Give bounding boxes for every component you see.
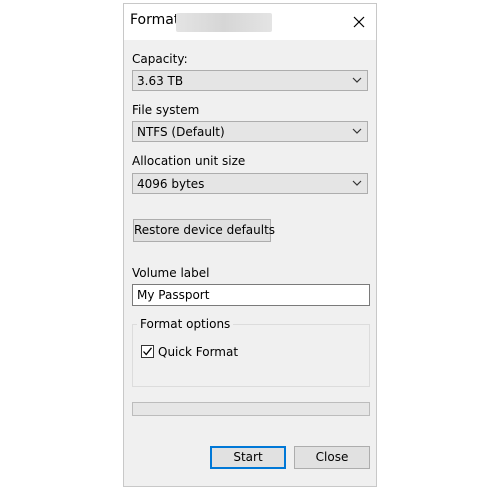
format-dialog: Format Capacity: 3.63 TB File system NTF… xyxy=(123,3,377,487)
file-system-value: NTFS (Default) xyxy=(137,125,225,139)
chevron-down-icon xyxy=(352,180,362,186)
file-system-select[interactable]: NTFS (Default) xyxy=(132,121,368,142)
format-progress-bar xyxy=(132,402,370,416)
allocation-unit-label: Allocation unit size xyxy=(132,154,246,168)
title-bar: Format xyxy=(124,4,376,40)
capacity-select[interactable]: 3.63 TB xyxy=(132,70,368,91)
chevron-down-icon xyxy=(352,77,362,83)
volume-label-input[interactable]: My Passport xyxy=(132,284,370,306)
capacity-value: 3.63 TB xyxy=(137,74,184,88)
format-options-group: Format options Quick Format xyxy=(132,317,370,387)
allocation-unit-select[interactable]: 4096 bytes xyxy=(132,173,368,194)
chevron-down-icon xyxy=(352,128,362,134)
close-icon xyxy=(353,16,365,28)
capacity-label: Capacity: xyxy=(132,52,188,66)
close-button[interactable]: Close xyxy=(294,446,370,469)
format-options-legend: Format options xyxy=(137,317,234,331)
restore-device-defaults-button[interactable]: Restore device defaults xyxy=(133,219,275,242)
close-window-button[interactable] xyxy=(346,10,372,34)
checkmark-icon xyxy=(143,347,153,356)
volume-label-caption: Volume label xyxy=(132,266,210,280)
file-system-label: File system xyxy=(132,103,200,117)
redacted-drive-name xyxy=(176,13,272,32)
quick-format-checkbox[interactable] xyxy=(141,345,154,358)
window-title: Format xyxy=(130,12,180,28)
allocation-unit-value: 4096 bytes xyxy=(137,177,205,191)
start-button[interactable]: Start xyxy=(210,446,286,469)
quick-format-label: Quick Format xyxy=(158,345,239,359)
